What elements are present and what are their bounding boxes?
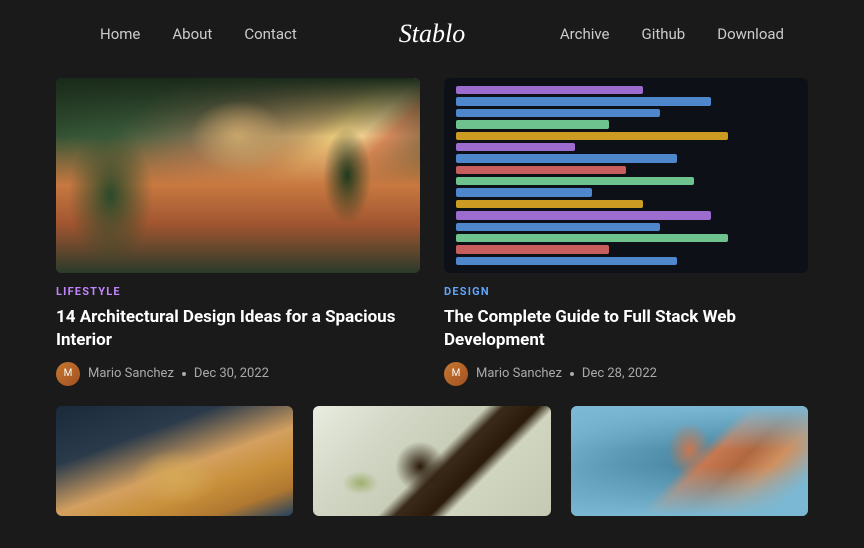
card-lifestyle-title: 14 Architectural Design Ideas for a Spac… bbox=[56, 306, 420, 352]
card-food[interactable] bbox=[56, 406, 293, 516]
nav-github[interactable]: Github bbox=[641, 25, 685, 43]
portrait-photo bbox=[571, 406, 808, 516]
nav-left: Home About Contact bbox=[100, 25, 297, 43]
food-photo bbox=[56, 406, 293, 516]
bottom-cards-grid bbox=[56, 406, 808, 516]
card-design-title: The Complete Guide to Full Stack Web Dev… bbox=[444, 306, 808, 352]
top-cards-grid: LIFESTYLE 14 Architectural Design Ideas … bbox=[56, 78, 808, 386]
card-portrait[interactable] bbox=[571, 406, 808, 516]
coffee-image bbox=[313, 406, 550, 516]
nav-archive[interactable]: Archive bbox=[560, 25, 610, 43]
card-lifestyle[interactable]: LIFESTYLE 14 Architectural Design Ideas … bbox=[56, 78, 420, 386]
author-avatar-1: M bbox=[444, 362, 468, 386]
interior-photo bbox=[56, 78, 420, 273]
nav-right: Archive Github Download bbox=[560, 25, 784, 43]
author-avatar-0: M bbox=[56, 362, 80, 386]
card-lifestyle-image bbox=[56, 78, 420, 273]
card-design[interactable]: DESIGN The Complete Guide to Full Stack … bbox=[444, 78, 808, 386]
food-image bbox=[56, 406, 293, 516]
meta-separator-1 bbox=[570, 372, 574, 376]
portrait-image bbox=[571, 406, 808, 516]
card-coffee[interactable] bbox=[313, 406, 550, 516]
author-name-0: Mario Sanchez bbox=[88, 366, 174, 381]
card-design-category: DESIGN bbox=[444, 285, 808, 298]
coffee-photo bbox=[313, 406, 550, 516]
site-logo[interactable]: Stablo bbox=[399, 19, 465, 49]
card-lifestyle-category: LIFESTYLE bbox=[56, 285, 420, 298]
publish-date-0: Dec 30, 2022 bbox=[194, 366, 269, 381]
card-design-meta: M Mario Sanchez Dec 28, 2022 bbox=[444, 362, 808, 386]
nav-about[interactable]: About bbox=[172, 25, 212, 43]
author-name-1: Mario Sanchez bbox=[476, 366, 562, 381]
nav-download[interactable]: Download bbox=[717, 25, 784, 43]
nav-home[interactable]: Home bbox=[100, 25, 140, 43]
main-content: LIFESTYLE 14 Architectural Design Ideas … bbox=[0, 68, 864, 536]
card-lifestyle-meta: M Mario Sanchez Dec 30, 2022 bbox=[56, 362, 420, 386]
card-design-image bbox=[444, 78, 808, 273]
code-screenshot bbox=[444, 78, 808, 273]
publish-date-1: Dec 28, 2022 bbox=[582, 366, 657, 381]
meta-separator-0 bbox=[182, 372, 186, 376]
site-header: Home About Contact Stablo Archive Github… bbox=[0, 0, 864, 68]
nav-contact[interactable]: Contact bbox=[244, 25, 296, 43]
